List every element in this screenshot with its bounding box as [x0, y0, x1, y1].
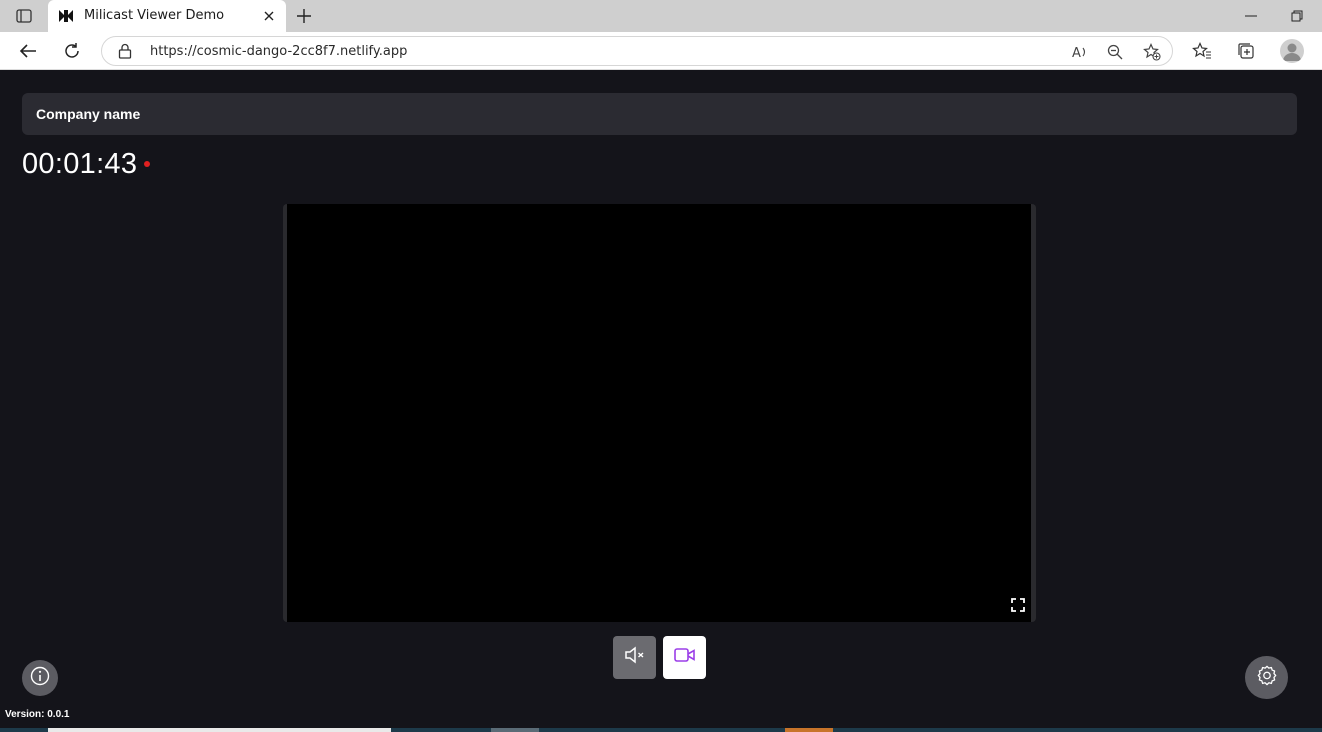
- reload-icon[interactable]: [60, 39, 84, 63]
- address-bar[interactable]: https://cosmic-dango-2cc8f7.netlify.app …: [101, 36, 1173, 66]
- company-name: Company name: [36, 106, 141, 122]
- info-button[interactable]: [22, 660, 58, 696]
- video-camera-icon: [673, 647, 696, 668]
- svg-text:A: A: [1072, 46, 1081, 60]
- volume-muted-icon: [624, 646, 646, 669]
- taskbar-item: [491, 728, 539, 732]
- browser-tab[interactable]: Milicast Viewer Demo: [48, 0, 286, 32]
- company-header: Company name: [22, 93, 1297, 135]
- stream-timer: 00:01:43: [22, 148, 138, 180]
- back-arrow-icon[interactable]: [16, 39, 40, 63]
- browser-tab-bar: Milicast Viewer Demo: [0, 0, 1322, 32]
- favorites-icon[interactable]: [1191, 40, 1213, 62]
- new-tab-icon[interactable]: [293, 5, 315, 27]
- tab-title: Milicast Viewer Demo: [84, 8, 225, 23]
- close-tab-icon[interactable]: [260, 7, 278, 25]
- video-player[interactable]: [283, 204, 1036, 622]
- url-text[interactable]: https://cosmic-dango-2cc8f7.netlify.app: [150, 44, 407, 59]
- viewer-page: Company name 00:01:43 Version: 0.0.1: [0, 71, 1322, 728]
- read-aloud-icon[interactable]: A: [1070, 42, 1090, 62]
- settings-button[interactable]: [1245, 656, 1288, 699]
- taskbar-item: [48, 728, 391, 732]
- zoom-out-icon[interactable]: [1105, 42, 1125, 62]
- live-indicator: [144, 161, 150, 167]
- milicast-favicon-icon: [58, 9, 74, 23]
- mute-button[interactable]: [613, 636, 656, 679]
- camera-toggle-button[interactable]: [663, 636, 706, 679]
- add-favorite-icon[interactable]: [1142, 42, 1162, 62]
- browser-toolbar: https://cosmic-dango-2cc8f7.netlify.app …: [0, 32, 1322, 70]
- gear-icon: [1256, 664, 1278, 691]
- version-label: Version: 0.0.1: [5, 709, 70, 720]
- profile-avatar[interactable]: [1280, 39, 1304, 63]
- restore-icon[interactable]: [1286, 6, 1308, 26]
- collections-icon[interactable]: [1235, 40, 1257, 62]
- lock-icon[interactable]: [118, 43, 134, 59]
- taskbar-item: [785, 728, 833, 732]
- minimize-icon[interactable]: [1240, 6, 1262, 26]
- fullscreen-icon[interactable]: [1008, 595, 1028, 615]
- info-icon: [30, 666, 50, 691]
- tab-actions-icon[interactable]: [10, 6, 38, 26]
